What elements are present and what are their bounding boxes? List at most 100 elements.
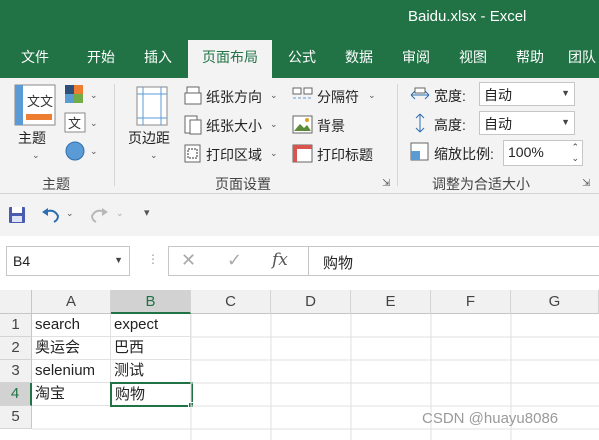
- breaks-icon: [292, 86, 314, 109]
- tab-formulas[interactable]: 公式: [277, 40, 327, 78]
- group-separator: [397, 84, 398, 186]
- scale-spinner[interactable]: 100% ⌃ ⌄: [503, 140, 583, 166]
- tab-home[interactable]: 开始: [74, 40, 128, 78]
- print-area-button[interactable]: 打印区域: [206, 145, 262, 165]
- row-header-3[interactable]: 3: [0, 360, 32, 383]
- print-area-icon: [184, 144, 202, 167]
- tab-help[interactable]: 帮助: [505, 40, 555, 78]
- orientation-icon: [184, 86, 202, 109]
- tab-file[interactable]: 文件: [8, 40, 62, 78]
- chevron-down-icon: ▼: [561, 88, 570, 98]
- height-icon: [410, 113, 430, 136]
- name-box-value: B4: [13, 253, 31, 269]
- width-select[interactable]: 自动 ▼: [479, 82, 575, 106]
- svg-text:⌄: ⌄: [90, 90, 98, 100]
- print-area-dropdown-arrow[interactable]: ⌄: [270, 148, 278, 159]
- tab-review[interactable]: 审阅: [391, 40, 441, 78]
- watermark: CSDN @huayu8086: [422, 410, 559, 427]
- chevron-down-icon: ▼: [114, 255, 123, 265]
- tab-team[interactable]: 团队: [562, 40, 599, 78]
- save-icon[interactable]: [8, 206, 26, 227]
- size-button[interactable]: 纸张大小: [206, 116, 262, 136]
- column-header-a[interactable]: A: [32, 290, 111, 314]
- worksheet-grid: A B C D E F G 1 2 3 4 5 search expect 奥运…: [0, 290, 599, 440]
- width-value: 自动: [484, 87, 512, 103]
- print-titles-icon: [292, 144, 314, 167]
- fonts-icon: 文 ⌄: [64, 112, 98, 133]
- margins-label: 页边距: [128, 130, 170, 146]
- colors-icon: ⌄: [65, 85, 98, 103]
- height-select[interactable]: 自动 ▼: [479, 111, 575, 135]
- spin-down-icon[interactable]: ⌄: [571, 153, 579, 164]
- row-header-5[interactable]: 5: [0, 406, 32, 429]
- breaks-dropdown-arrow[interactable]: ⌄: [368, 90, 376, 101]
- row-header-4[interactable]: 4: [0, 383, 32, 406]
- column-header-b[interactable]: B: [111, 290, 191, 314]
- column-header-c[interactable]: C: [191, 290, 271, 314]
- effects-button[interactable]: ⌄: [64, 140, 102, 165]
- scale-icon: [410, 142, 430, 165]
- row-header-1[interactable]: 1: [0, 314, 32, 337]
- formula-buttons: ✕ ✓ fx: [168, 246, 308, 276]
- select-all-corner[interactable]: [0, 290, 32, 314]
- scale-launcher-icon[interactable]: ⇲: [582, 178, 590, 189]
- scale-label: 缩放比例:: [434, 146, 494, 162]
- themes-button[interactable]: 文文: [14, 84, 56, 129]
- spin-up-icon[interactable]: ⌃: [571, 142, 579, 153]
- tab-view[interactable]: 视图: [448, 40, 498, 78]
- breaks-button[interactable]: 分隔符: [317, 87, 359, 107]
- themes-dropdown-arrow[interactable]: ⌄: [32, 150, 40, 161]
- group-separator: [114, 84, 115, 186]
- title-bar: Baidu.xlsx - Excel: [0, 0, 599, 36]
- background-icon: [292, 115, 314, 138]
- themes-button-label: 主题: [18, 130, 46, 146]
- formula-input[interactable]: 购物: [308, 246, 599, 276]
- enter-icon[interactable]: ✓: [227, 250, 242, 271]
- colors-button[interactable]: ⌄: [64, 84, 102, 109]
- tab-insert[interactable]: 插入: [131, 40, 185, 78]
- scale-value: 100%: [508, 144, 544, 160]
- effects-icon: ⌄: [65, 141, 98, 161]
- cancel-icon[interactable]: ✕: [181, 250, 196, 271]
- column-header-g[interactable]: G: [511, 290, 599, 314]
- undo-dropdown-arrow[interactable]: ⌄: [66, 208, 74, 219]
- orientation-button[interactable]: 纸张方向: [206, 87, 262, 107]
- size-icon: [184, 115, 202, 138]
- window-title: Baidu.xlsx - Excel: [408, 8, 527, 25]
- row-header-2[interactable]: 2: [0, 337, 32, 360]
- background-button[interactable]: 背景: [317, 116, 345, 136]
- column-header-f[interactable]: F: [431, 290, 511, 314]
- redo-dropdown-arrow[interactable]: ⌄: [116, 208, 124, 219]
- fonts-button[interactable]: 文 ⌄: [64, 112, 102, 137]
- ribbon-tabs: 文件 开始 插入 页面布局 公式 数据 审阅 视图 帮助 团队: [0, 36, 599, 78]
- quick-access-toolbar: ⌄ ⌄ ▾: [0, 194, 599, 236]
- svg-text:⌄: ⌄: [90, 146, 98, 156]
- height-label: 高度:: [434, 117, 466, 133]
- orientation-dropdown-arrow[interactable]: ⌄: [270, 90, 278, 101]
- themes-group-label: 主题: [42, 176, 70, 192]
- ribbon: 文文 主题 ⌄ ⌄ 文 ⌄ ⌄ 主题 页边距 ⌄ 纸张方向 ⌄ 纸张大小 ⌄ 打…: [0, 78, 599, 194]
- customize-toolbar-icon[interactable]: ▾: [144, 206, 150, 219]
- themes-icon-text: 文文: [27, 94, 53, 109]
- size-dropdown-arrow[interactable]: ⌄: [270, 119, 278, 130]
- svg-text:文: 文: [68, 116, 81, 131]
- height-value: 自动: [484, 116, 512, 132]
- formula-content: 购物: [323, 255, 354, 272]
- drag-handle-icon[interactable]: ⋮: [147, 252, 159, 266]
- themes-icon: 文文: [14, 84, 56, 126]
- width-label: 宽度:: [434, 88, 466, 104]
- print-titles-button[interactable]: 打印标题: [317, 145, 373, 165]
- redo-icon[interactable]: [88, 206, 110, 227]
- column-header-d[interactable]: D: [271, 290, 351, 314]
- width-icon: [410, 86, 430, 107]
- chevron-down-icon: ▼: [561, 117, 570, 127]
- undo-icon[interactable]: [40, 206, 62, 227]
- name-box[interactable]: B4 ▼: [6, 246, 130, 276]
- column-header-e[interactable]: E: [351, 290, 431, 314]
- insert-function-button[interactable]: fx: [272, 250, 288, 270]
- tab-data[interactable]: 数据: [334, 40, 384, 78]
- margins-dropdown-arrow[interactable]: ⌄: [150, 150, 158, 161]
- tab-page-layout[interactable]: 页面布局: [188, 40, 272, 78]
- margins-button[interactable]: [136, 86, 168, 129]
- page-setup-launcher-icon[interactable]: ⇲: [382, 178, 390, 189]
